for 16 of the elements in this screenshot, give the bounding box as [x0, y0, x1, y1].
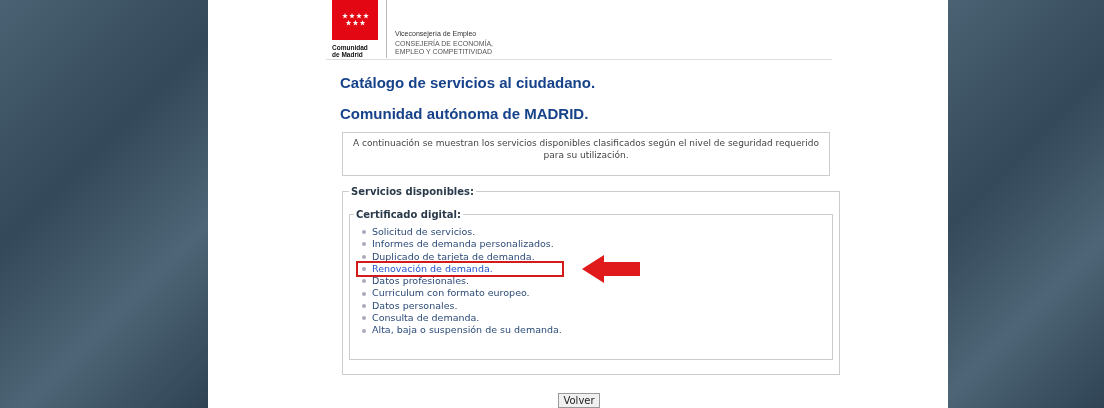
page-title: Catálogo de servicios al ciudadano.	[340, 74, 597, 91]
service-link[interactable]: Curriculum con formato europeo.	[358, 287, 562, 300]
back-button[interactable]: Volver	[558, 392, 600, 408]
service-link[interactable]: Informes de demanda personalizados.	[358, 238, 562, 251]
intro-text: A continuación se muestran los servicios disponibles clasificados según el nivel de seguridad requerido para su utilización.	[342, 132, 830, 176]
service-link[interactable]: Consulta de demanda.	[358, 312, 562, 325]
panel-legend: Certificado digital:	[354, 209, 463, 220]
service-link[interactable]: Alta, baja o suspensión de su demanda.	[358, 324, 562, 337]
panel-legend: Servicios disponibles:	[349, 186, 476, 197]
service-link[interactable]: Duplicado de tarjeta de demanda.	[358, 250, 562, 263]
service-link[interactable]: Datos personales.	[358, 299, 562, 313]
service-link[interactable]: Solicitud de servicios.	[358, 226, 562, 239]
page-title: Comunidad autónoma de MADRID.	[340, 105, 590, 122]
arrow-left-icon	[582, 254, 640, 283]
service-link[interactable]: Datos profesionales.	[358, 275, 562, 288]
service-link[interactable]: Renovación de demanda.	[358, 262, 562, 276]
